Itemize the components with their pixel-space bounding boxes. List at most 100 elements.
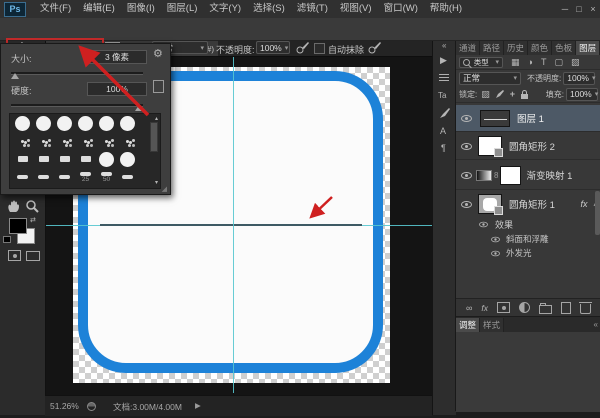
brush-preset[interactable] <box>12 132 33 150</box>
effects-group-row[interactable]: 效果 <box>456 217 600 232</box>
fill-select[interactable]: 100% ▾ <box>566 88 598 101</box>
tab-color[interactable]: 颜色 <box>528 41 552 55</box>
default-colors-icon[interactable] <box>3 236 11 243</box>
scroll-down-icon[interactable]: ▾ <box>155 178 158 188</box>
tab-layers[interactable]: 图层 <box>576 41 600 55</box>
layer-opacity-select[interactable]: 100% ▾ <box>563 72 595 85</box>
character-panel-icon[interactable]: Ta <box>438 91 446 101</box>
screen-mode-button[interactable] <box>26 251 40 261</box>
menu-help[interactable]: 帮助(H) <box>424 0 468 18</box>
layer-mask-thumbnail[interactable] <box>500 166 521 185</box>
foreground-color-swatch[interactable] <box>9 218 27 234</box>
maximize-button[interactable]: □ <box>572 0 586 18</box>
filter-type-select[interactable]: 类型 ▾ <box>459 57 503 68</box>
zoom-level[interactable]: 51.26% <box>50 401 79 411</box>
brush-preset[interactable] <box>33 132 54 150</box>
layer-thumbnail[interactable] <box>480 110 510 127</box>
tab-swatches[interactable]: 色板 <box>552 41 576 55</box>
visibility-eye-icon[interactable] <box>461 143 472 150</box>
brush-hardness-slider-thumb[interactable] <box>135 105 143 111</box>
gear-icon[interactable]: ⚙ <box>153 49 163 59</box>
visibility-eye-icon[interactable] <box>461 172 472 179</box>
visibility-eye-icon[interactable] <box>461 115 472 122</box>
layer-name[interactable]: 圆角矩形 2 <box>509 139 555 153</box>
brush-preset[interactable] <box>117 150 138 168</box>
zoom-tool-icon[interactable] <box>26 200 39 213</box>
tab-styles[interactable]: 样式 <box>480 318 504 332</box>
layer-name[interactable]: 渐变映射 1 <box>526 168 572 182</box>
brush-preset[interactable] <box>75 114 96 132</box>
actions-panel-icon[interactable]: ▶ <box>440 55 447 65</box>
brush-size-slider[interactable] <box>11 72 143 75</box>
auto-erase-checkbox[interactable] <box>314 43 325 54</box>
layer-name[interactable]: 图层 1 <box>517 111 544 125</box>
gradient-map-icon[interactable] <box>476 170 492 181</box>
opacity-select[interactable]: 100% ▾ <box>256 41 290 54</box>
quick-mask-button[interactable] <box>8 250 21 261</box>
grid-scrollbar[interactable] <box>150 122 158 152</box>
brush-preset[interactable] <box>75 132 96 150</box>
brush-preset[interactable] <box>54 114 75 132</box>
brush-preset[interactable] <box>12 114 33 132</box>
swap-colors-icon[interactable]: ⇄ <box>30 216 36 226</box>
add-mask-icon[interactable] <box>497 302 510 313</box>
brush-preset[interactable] <box>12 168 33 186</box>
new-group-icon[interactable] <box>539 305 552 314</box>
brush-panel-icon[interactable] <box>439 107 451 119</box>
visibility-eye-icon[interactable] <box>491 236 500 242</box>
paragraph-panel-icon[interactable]: ¶ <box>441 143 446 153</box>
new-layer-icon[interactable] <box>561 302 571 314</box>
brush-preset[interactable] <box>54 168 75 186</box>
brush-preset[interactable] <box>75 150 96 168</box>
hand-tool-icon[interactable] <box>7 200 21 213</box>
close-button[interactable]: × <box>586 0 600 18</box>
properties-panel-icon[interactable] <box>439 74 449 82</box>
effect-row[interactable]: 外发光 <box>456 246 600 260</box>
menu-view[interactable]: 视图(V) <box>334 0 378 18</box>
menu-window[interactable]: 窗口(W) <box>378 0 424 18</box>
delete-layer-icon[interactable] <box>580 304 591 314</box>
resize-grip-icon[interactable]: ◢ <box>162 185 167 193</box>
filter-adjustment-icon[interactable]: ◑ <box>528 57 533 67</box>
brush-preset[interactable] <box>96 150 117 168</box>
lock-pixels-icon[interactable] <box>495 89 505 99</box>
pressure-size-icon[interactable] <box>368 41 381 54</box>
menu-file[interactable]: 文件(F) <box>34 0 77 18</box>
filter-shape-icon[interactable]: ▢ <box>554 57 563 67</box>
visibility-eye-icon[interactable] <box>479 222 488 228</box>
layer-row[interactable]: 圆角矩形 2 <box>456 131 600 160</box>
brush-preset[interactable] <box>54 132 75 150</box>
filter-type-icon[interactable]: T <box>541 57 547 67</box>
blend-mode-select[interactable]: 正常 ▾ <box>459 72 521 85</box>
brush-preset[interactable]: 25 <box>75 168 96 186</box>
layer-style-icon[interactable]: fx <box>481 303 488 313</box>
menu-image[interactable]: 图像(I) <box>121 0 161 18</box>
brush-size-value[interactable]: 3 像素 <box>87 50 147 64</box>
brush-preset[interactable] <box>117 168 138 186</box>
tab-channels[interactable]: 通道 <box>456 41 480 55</box>
effect-row[interactable]: 斜面和浮雕 <box>456 232 600 246</box>
layer-row-selected[interactable]: 图层 1 <box>456 105 600 131</box>
fx-badge[interactable]: fx <box>580 199 587 209</box>
brush-preset[interactable] <box>54 150 75 168</box>
brush-preset[interactable] <box>33 168 54 186</box>
status-expand-icon[interactable]: ▶ <box>195 401 201 410</box>
brush-preset[interactable] <box>33 114 54 132</box>
brush-preset[interactable] <box>33 150 54 168</box>
layer-name[interactable]: 圆角矩形 1 <box>509 197 555 211</box>
lock-all-icon[interactable] <box>521 94 528 99</box>
brush-hardness-value[interactable]: 100% <box>87 82 147 96</box>
lock-transparency-icon[interactable]: ▨ <box>481 89 490 99</box>
visibility-eye-icon[interactable] <box>461 201 472 208</box>
menu-type[interactable]: 文字(Y) <box>203 0 247 18</box>
menu-select[interactable]: 选择(S) <box>247 0 291 18</box>
layer-row[interactable]: 8 渐变映射 1 <box>456 159 600 190</box>
expand-dock-icon[interactable]: « <box>442 41 446 51</box>
layer-thumbnail[interactable] <box>478 136 502 156</box>
new-adjustment-icon[interactable] <box>519 302 530 313</box>
brush-hardness-slider[interactable] <box>11 104 143 107</box>
minimize-button[interactable]: ─ <box>558 0 572 18</box>
layer-row[interactable]: 圆角矩形 1 fx ▴ <box>456 189 600 218</box>
menu-edit[interactable]: 编辑(E) <box>77 0 121 18</box>
menu-layer[interactable]: 图层(L) <box>161 0 204 18</box>
